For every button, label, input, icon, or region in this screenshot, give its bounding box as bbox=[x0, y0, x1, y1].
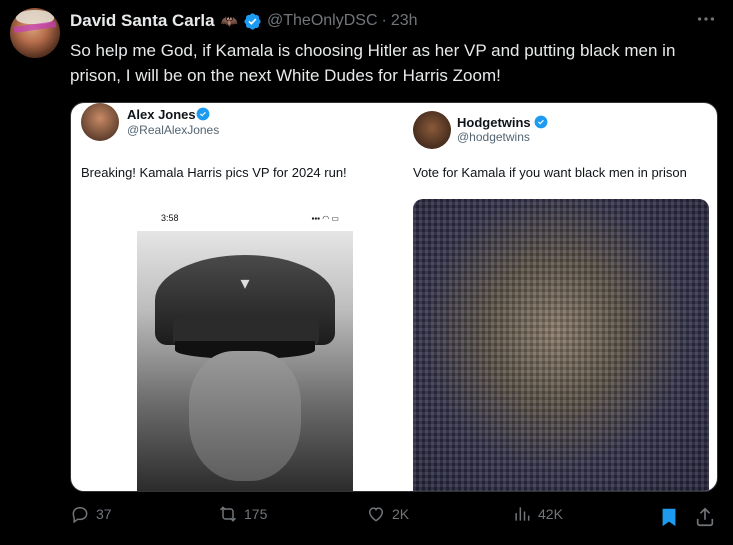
view-count: 42K bbox=[538, 506, 563, 522]
hitler-photo: ▾ bbox=[137, 231, 353, 491]
avatar-headband bbox=[13, 21, 57, 33]
post-header: David Santa Carla 🦇 @TheOnlyDSC · 23h bbox=[70, 9, 418, 33]
like-count: 2K bbox=[392, 506, 410, 522]
reply-button[interactable]: 37 bbox=[70, 504, 112, 524]
quoted-avatar-right bbox=[413, 111, 451, 149]
bat-emoji: 🦇 bbox=[220, 12, 238, 29]
phone-time: 3:58 bbox=[161, 213, 179, 223]
author-avatar[interactable] bbox=[10, 8, 60, 58]
quoted-text-right: Vote for Kamala if you want black men in… bbox=[413, 165, 687, 180]
face-shape bbox=[189, 351, 301, 481]
quoted-avatar-left bbox=[81, 103, 119, 141]
post-actions: 37 175 2K 42K bbox=[70, 504, 720, 530]
quoted-handle-right: @hodgetwins bbox=[457, 130, 530, 144]
heart-icon bbox=[368, 507, 384, 522]
quoted-post-hodgetwins: Hodgetwins @hodgetwins Vote for Kamala i… bbox=[401, 103, 717, 491]
post-time[interactable]: 23h bbox=[391, 12, 418, 30]
quoted-name-right: Hodgetwins bbox=[457, 115, 531, 130]
phone-status-bar: 3:58 ▪▪▪ ◠ ▭ bbox=[137, 207, 353, 229]
eagle-emblem-icon: ▾ bbox=[240, 273, 250, 293]
quoted-name-left: Alex Jones bbox=[127, 107, 196, 122]
more-options-icon[interactable] bbox=[693, 8, 719, 30]
analytics-icon bbox=[515, 507, 530, 521]
repost-count: 175 bbox=[244, 506, 268, 522]
quoted-text-left: Breaking! Kamala Harris pics VP for 2024… bbox=[81, 165, 347, 180]
share-icon[interactable] bbox=[694, 506, 716, 528]
post-text: So help me God, if Kamala is choosing Hi… bbox=[70, 41, 676, 85]
reply-count: 37 bbox=[96, 506, 112, 522]
post-media[interactable]: Alex Jones @RealAlexJones Breaking! Kama… bbox=[70, 102, 718, 492]
separator-dot: · bbox=[381, 12, 387, 29]
repost-button[interactable]: 175 bbox=[218, 504, 267, 524]
quoted-handle-left: @RealAlexJones bbox=[127, 123, 220, 137]
author-name[interactable]: David Santa Carla bbox=[70, 11, 215, 31]
reply-icon bbox=[72, 506, 88, 524]
author-handle[interactable]: @TheOnlyDSC bbox=[267, 12, 378, 30]
phone-status-icons: ▪▪▪ ◠ ▭ bbox=[311, 213, 340, 223]
views-button[interactable]: 42K bbox=[512, 504, 563, 524]
verified-badge-icon bbox=[244, 12, 261, 30]
quoted-post-alex-jones: Alex Jones @RealAlexJones Breaking! Kama… bbox=[71, 103, 393, 491]
verified-badge-icon bbox=[196, 107, 210, 121]
repost-icon bbox=[219, 506, 237, 522]
mosaic-photo bbox=[413, 199, 709, 491]
like-button[interactable]: 2K bbox=[366, 504, 409, 524]
bookmark-icon[interactable] bbox=[658, 506, 680, 528]
verified-badge-icon bbox=[534, 115, 548, 129]
